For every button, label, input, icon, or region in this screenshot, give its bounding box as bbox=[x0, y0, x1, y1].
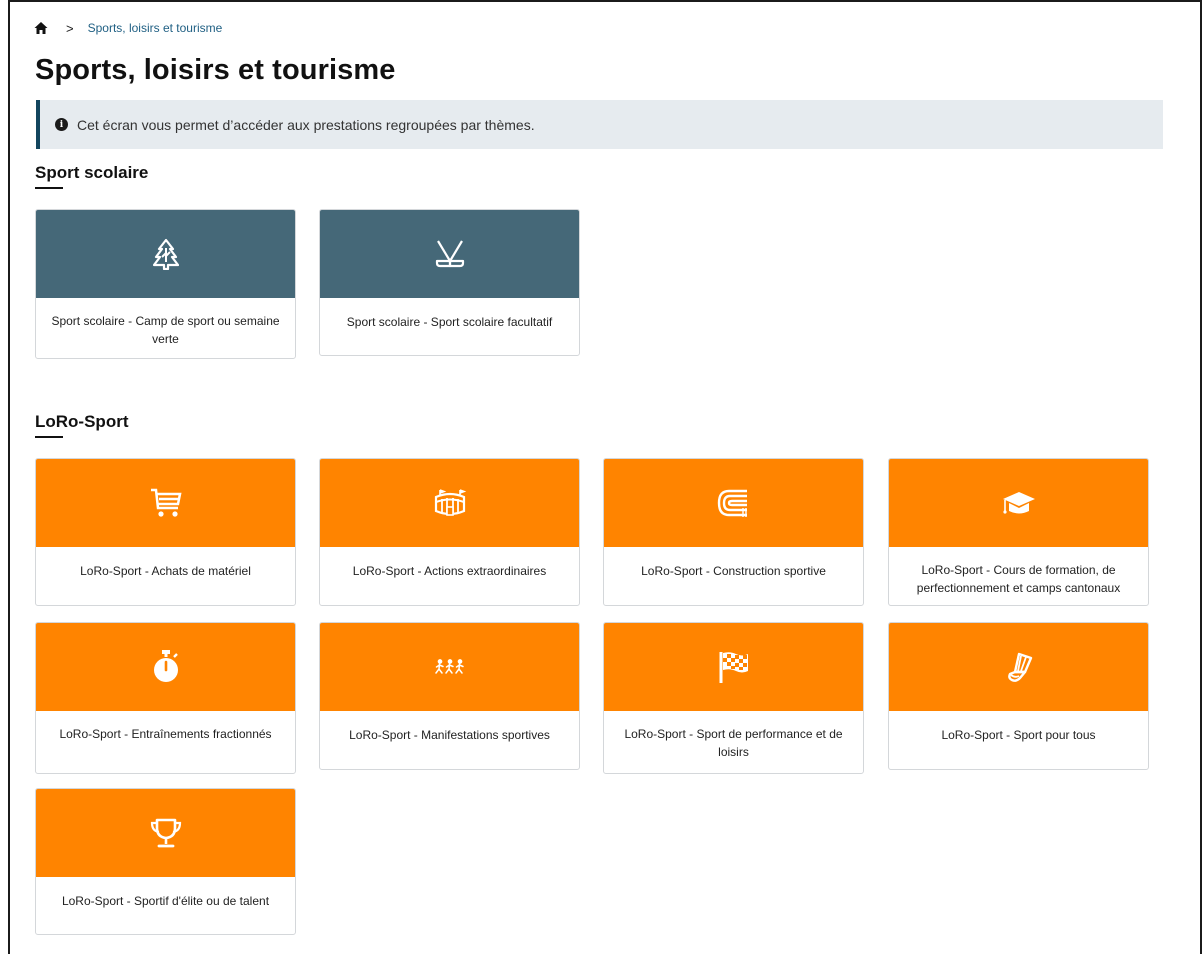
trophy-icon bbox=[150, 817, 182, 849]
tile-header bbox=[604, 623, 863, 711]
breadcrumb-current[interactable]: Sports, loisirs et tourisme bbox=[88, 21, 223, 35]
stadium-icon bbox=[433, 487, 467, 519]
tile-header bbox=[889, 459, 1148, 547]
info-banner: i Cet écran vous permet d’accéder aux pr… bbox=[36, 100, 1163, 149]
shuttlecock-icon bbox=[1003, 650, 1035, 684]
tile-header bbox=[36, 623, 295, 711]
tile-loro-sportif-elite[interactable]: LoRo-Sport - Sportif d'élite ou de talen… bbox=[35, 788, 296, 935]
tile-label: Sport scolaire - Sport scolaire facultat… bbox=[346, 315, 553, 329]
tile-sport-scolaire-facultatif[interactable]: Sport scolaire - Sport scolaire facultat… bbox=[319, 209, 580, 356]
home-icon[interactable] bbox=[34, 21, 48, 35]
tile-loro-achats-materiel[interactable]: LoRo-Sport - Achats de matériel bbox=[35, 458, 296, 606]
breadcrumb-separator: > bbox=[66, 20, 74, 36]
runners-icon bbox=[434, 659, 465, 675]
tile-loro-construction-sportive[interactable]: LoRo-Sport - Construction sportive bbox=[603, 458, 864, 606]
stopwatch-icon bbox=[152, 649, 180, 685]
info-text: Cet écran vous permet d’accéder aux pres… bbox=[77, 116, 535, 133]
breadcrumb: > Sports, loisirs et tourisme bbox=[34, 18, 222, 38]
hockey-sticks-icon bbox=[434, 239, 466, 269]
tile-loro-sport-pour-tous[interactable]: LoRo-Sport - Sport pour tous bbox=[888, 622, 1149, 770]
tile-header bbox=[320, 210, 579, 298]
checkered-flag-icon bbox=[718, 650, 750, 684]
cart-icon bbox=[149, 487, 183, 519]
tile-sport-scolaire-camp[interactable]: Sport scolaire - Camp de sport ou semain… bbox=[35, 209, 296, 359]
tile-label: LoRo-Sport - Achats de matériel bbox=[80, 564, 251, 578]
tile-label: LoRo-Sport - Entraînements fractionnés bbox=[59, 727, 272, 741]
tile-label: LoRo-Sport - Sport de performance et de … bbox=[624, 727, 843, 759]
tile-label: LoRo-Sport - Actions extraordinaires bbox=[352, 564, 547, 578]
tile-header bbox=[604, 459, 863, 547]
tile-loro-sport-performance[interactable]: LoRo-Sport - Sport de performance et de … bbox=[603, 622, 864, 774]
tile-label: Sport scolaire - Camp de sport ou semain… bbox=[51, 314, 280, 346]
tile-label: LoRo-Sport - Manifestations sportives bbox=[349, 728, 550, 742]
tile-loro-actions-extraordinaires[interactable]: LoRo-Sport - Actions extraordinaires bbox=[319, 458, 580, 606]
tile-header bbox=[320, 459, 579, 547]
tree-icon bbox=[152, 238, 179, 270]
track-icon bbox=[717, 488, 751, 518]
tile-header bbox=[36, 789, 295, 877]
tile-header bbox=[320, 623, 579, 711]
tile-label: LoRo-Sport - Cours de formation, de perf… bbox=[916, 563, 1121, 595]
info-icon: i bbox=[55, 118, 68, 131]
tile-header bbox=[36, 210, 295, 298]
graduation-cap-icon bbox=[1001, 489, 1037, 517]
section-title-sport-scolaire: Sport scolaire bbox=[35, 163, 149, 189]
tile-loro-cours-formation[interactable]: LoRo-Sport - Cours de formation, de perf… bbox=[888, 458, 1149, 606]
tile-header bbox=[889, 623, 1148, 711]
section-title-loro-sport: LoRo-Sport bbox=[35, 412, 129, 438]
tile-label: LoRo-Sport - Sportif d'élite ou de talen… bbox=[61, 894, 270, 908]
tile-label: LoRo-Sport - Construction sportive bbox=[641, 564, 826, 578]
tile-loro-manifestations-sportives[interactable]: LoRo-Sport - Manifestations sportives bbox=[319, 622, 580, 770]
tile-header bbox=[36, 459, 295, 547]
tile-label: LoRo-Sport - Sport pour tous bbox=[941, 728, 1096, 742]
tile-loro-entrainements-fractionnes[interactable]: LoRo-Sport - Entraînements fractionnés bbox=[35, 622, 296, 774]
page-title: Sports, loisirs et tourisme bbox=[35, 54, 396, 86]
